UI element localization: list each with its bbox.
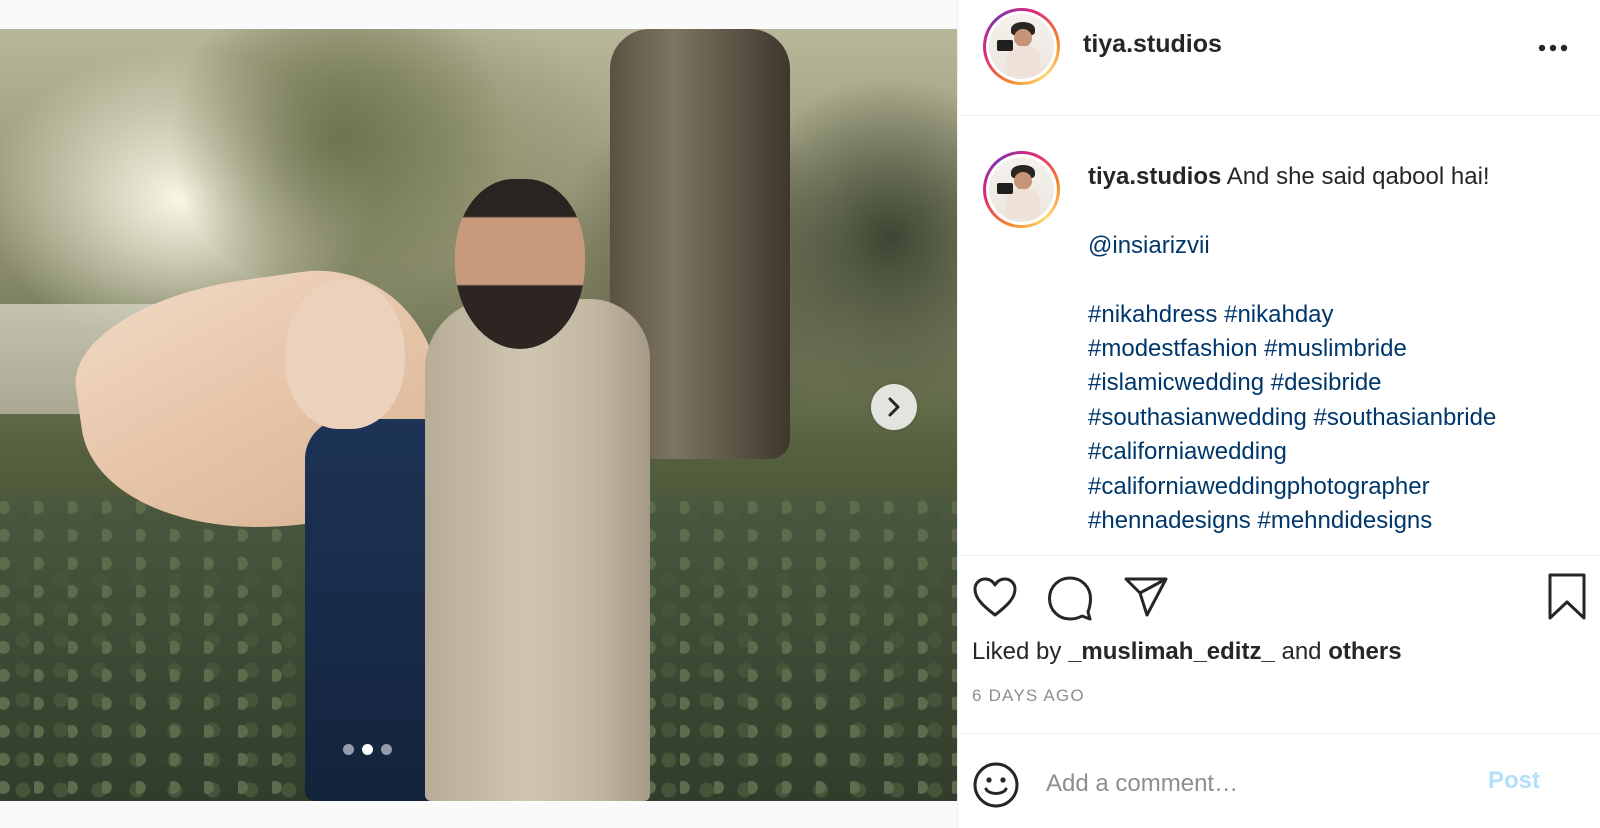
carousel-indicator	[343, 744, 392, 755]
liked-by-prefix: Liked by	[972, 638, 1062, 665]
hashtag-link[interactable]: #californiaweddingphotographer	[1088, 473, 1430, 500]
hashtag-line: #islamicwedding #desibride	[1088, 366, 1588, 400]
post-timestamp[interactable]: 6 DAYS AGO	[972, 686, 1085, 706]
post-panel: tiya.studios tiya.studios And she said q…	[957, 0, 1600, 828]
caption-first-line: tiya.studios And she said qabool hai!	[1088, 160, 1588, 194]
comment-icon	[1048, 576, 1092, 621]
more-options-button[interactable]	[1533, 34, 1573, 62]
liked-by-and: and	[1281, 638, 1322, 665]
hashtag-line: #californiawedding	[1088, 435, 1588, 469]
more-icon	[1538, 44, 1568, 52]
caption-body: And she said qabool hai!	[1226, 163, 1490, 190]
share-icon	[1124, 577, 1168, 617]
photo-groom	[455, 179, 585, 349]
hashtag-line: #nikahdress #nikahday	[1088, 298, 1588, 332]
post-header: tiya.studios	[958, 0, 1600, 116]
share-button[interactable]	[1123, 576, 1169, 623]
hashtag-link[interactable]: #muslimbride	[1264, 335, 1407, 362]
hashtag-link[interactable]: #mehndidesigns	[1257, 507, 1432, 534]
likes-summary: Liked by _muslimah_editz_ and others	[972, 638, 1402, 666]
post-comment-button[interactable]: Post	[1488, 767, 1540, 795]
hashtag-line: #hennadesigns #mehndidesigns	[1088, 504, 1588, 538]
like-button[interactable]	[972, 576, 1018, 623]
comment-bar: Post	[958, 734, 1600, 828]
caption-username[interactable]: tiya.studios	[1088, 163, 1221, 190]
carousel-dot	[343, 744, 354, 755]
hashtag-link[interactable]: #desibride	[1271, 369, 1382, 396]
author-username[interactable]: tiya.studios	[1083, 30, 1222, 59]
hashtag-link[interactable]: #nikahdress	[1088, 301, 1217, 328]
hashtag-line: #southasianwedding #southasianbride	[1088, 401, 1588, 435]
hashtag-line: #californiaweddingphotographer	[1088, 470, 1588, 504]
caption-text: tiya.studios And she said qabool hai! @i…	[1088, 160, 1588, 538]
hashtag-link[interactable]: #nikahday	[1224, 301, 1333, 328]
save-button[interactable]	[1547, 572, 1587, 627]
heart-icon	[973, 577, 1017, 617]
hashtag-link[interactable]: #southasianbride	[1314, 404, 1497, 431]
hashtag-link[interactable]: #hennadesigns	[1088, 507, 1251, 534]
chevron-right-icon	[888, 397, 900, 417]
post-media	[0, 0, 957, 828]
caption-section: tiya.studios And she said qabool hai! @i…	[958, 116, 1600, 556]
carousel-next-button[interactable]	[871, 384, 917, 430]
emoji-icon	[973, 762, 1019, 808]
hashtag-link[interactable]: #islamicwedding	[1088, 369, 1264, 396]
photo-suit	[425, 299, 650, 801]
hashtag-line: #modestfashion #muslimbride	[1088, 332, 1588, 366]
post-actions: Liked by _muslimah_editz_ and others 6 D…	[958, 556, 1600, 734]
caption-avatar[interactable]	[983, 151, 1060, 228]
hashtag-link[interactable]: #californiawedding	[1088, 438, 1287, 465]
photo-bride	[285, 279, 405, 429]
mention-link[interactable]: @insiarizvii	[1088, 232, 1210, 259]
carousel-dot	[381, 744, 392, 755]
carousel-dot-active	[362, 744, 373, 755]
liked-by-user[interactable]: _muslimah_editz_	[1068, 638, 1275, 665]
hashtag-link[interactable]: #modestfashion	[1088, 335, 1257, 362]
comment-input[interactable]	[1046, 764, 1446, 804]
emoji-button[interactable]	[972, 761, 1020, 814]
liked-by-others[interactable]: others	[1328, 638, 1401, 665]
hashtag-link[interactable]: #southasianwedding	[1088, 404, 1307, 431]
bookmark-icon	[1548, 573, 1586, 620]
comment-button[interactable]	[1047, 575, 1093, 626]
post-photo[interactable]	[0, 29, 957, 801]
author-avatar[interactable]	[983, 8, 1060, 85]
